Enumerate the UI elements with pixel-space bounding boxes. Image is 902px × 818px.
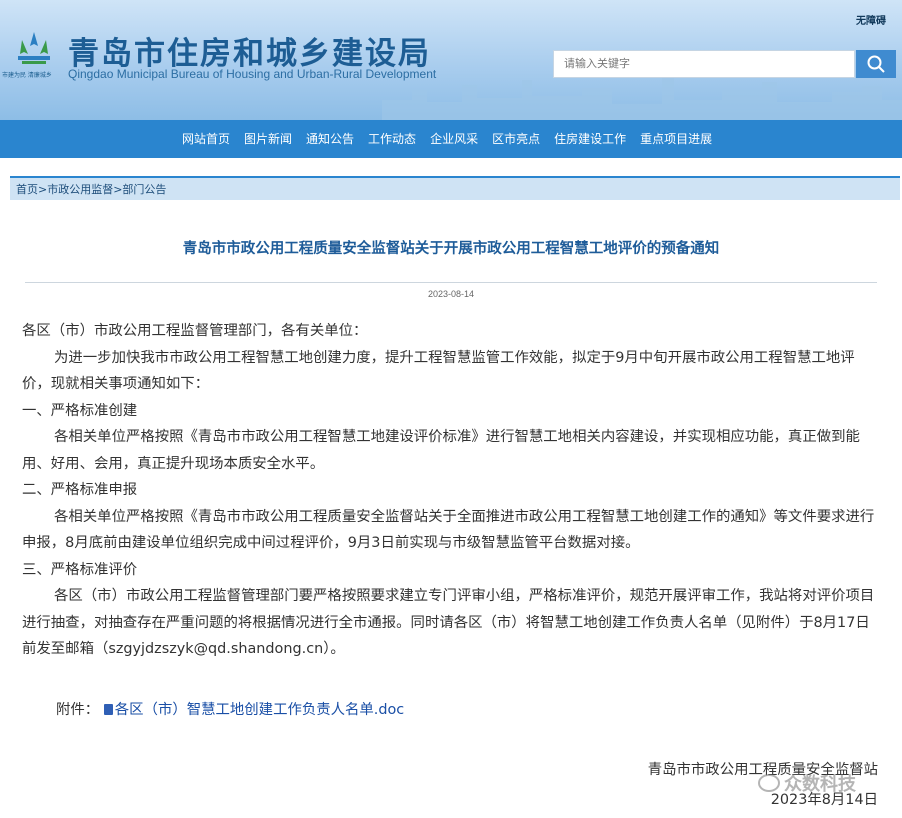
section-3-body: 各区（市）市政公用工程监督管理部门要严格按照要求建立专门评审小组，严格标准评价，… — [22, 588, 875, 657]
watermark-text: 众数科技 — [784, 774, 856, 795]
watermark: 众数科技 — [758, 770, 856, 796]
bureau-logo-icon — [18, 32, 50, 64]
logo-slogan: 市建为民 清廉城乡 — [2, 72, 52, 79]
site-title-en: Qingdao Municipal Bureau of Housing and … — [68, 67, 437, 81]
attachment-row: 附件： 各区（市）智慧工地创建工作负责人名单.doc — [56, 698, 404, 719]
breadcrumb[interactable]: 首页>市政公用监督>部门公告 — [10, 176, 900, 200]
main-nav: 网站首页 图片新闻 通知公告 工作动态 企业风采 区市亮点 住房建设工作 重点项… — [0, 120, 902, 158]
section-3-title: 三、严格标准评价 — [22, 561, 138, 578]
nav-item-notices[interactable]: 通知公告 — [306, 120, 354, 158]
search-button[interactable] — [856, 50, 896, 78]
article-body: 各区（市）市政公用工程监督管理部门，各有关单位： 为进一步加快我市市政公用工程智… — [22, 318, 882, 663]
publish-date: 2023-08-14 — [427, 289, 475, 299]
nav-item-work-news[interactable]: 工作动态 — [368, 120, 416, 158]
nav-item-photo-news[interactable]: 图片新闻 — [244, 120, 292, 158]
wechat-icon — [758, 774, 780, 792]
intro-paragraph: 为进一步加快我市市政公用工程智慧工地创建力度，提升工程智慧监管工作效能，拟定于9… — [22, 349, 855, 393]
header-banner: 市建为民 清廉城乡 青岛市住房和城乡建设局 Qingdao Municipal … — [0, 0, 902, 120]
search-input[interactable]: 请输入关键字 — [553, 50, 855, 78]
section-2-title: 二、严格标准申报 — [22, 482, 138, 498]
nav-item-key-projects[interactable]: 重点项目进展 — [640, 120, 712, 158]
salutation: 各区（市）市政公用工程监督管理部门，各有关单位： — [22, 323, 368, 339]
article-title: 青岛市市政公用工程质量安全监督站关于开展市政公用工程智慧工地评价的预备通知 — [182, 241, 720, 257]
accessibility-link[interactable]: 无障碍 — [856, 12, 886, 27]
nav-item-district-highlights[interactable]: 区市亮点 — [492, 120, 540, 158]
search-icon — [867, 55, 885, 73]
section-1-title: 一、严格标准创建 — [22, 402, 138, 419]
nav-item-housing-work[interactable]: 住房建设工作 — [554, 120, 626, 158]
divider — [25, 282, 877, 283]
attachment-label: 附件： — [56, 702, 100, 718]
section-2-body: 各相关单位严格按照《青岛市市政公用工程质量安全监督站关于全面推进市政公用工程智慧… — [22, 508, 875, 552]
nav-item-home[interactable]: 网站首页 — [182, 120, 230, 158]
nav-item-enterprise[interactable]: 企业风采 — [430, 120, 478, 158]
attachment-link[interactable]: 各区（市）智慧工地创建工作负责人名单.doc — [115, 702, 404, 718]
doc-file-icon — [103, 704, 113, 715]
section-1-body: 各相关单位严格按照《青岛市市政公用工程智慧工地建设评价标准》进行智慧工地相关内容… — [22, 429, 860, 472]
spacer — [0, 158, 902, 174]
